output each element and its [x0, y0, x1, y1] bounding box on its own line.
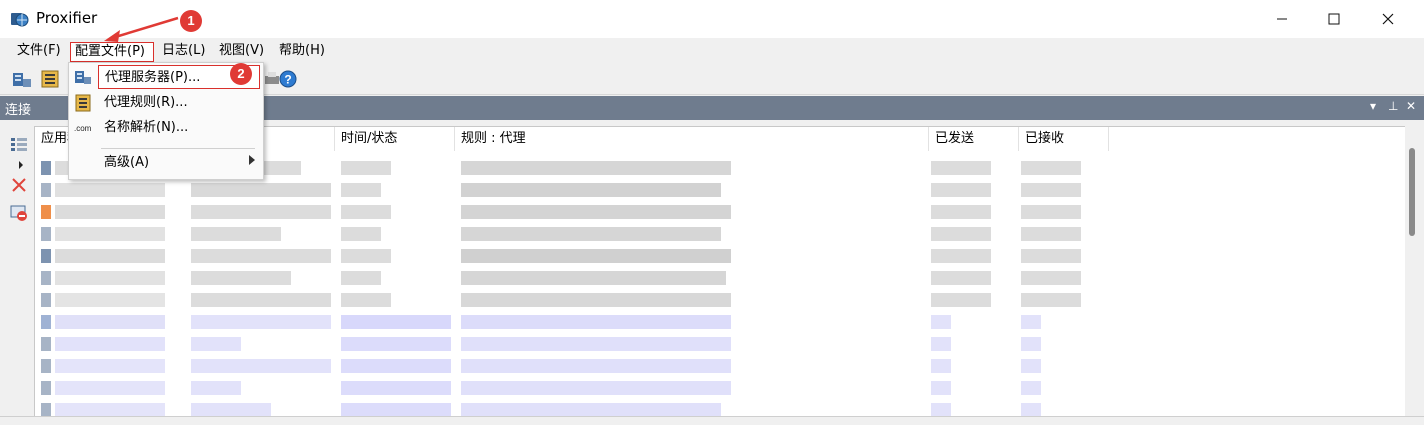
proxy-servers-icon[interactable] — [12, 69, 32, 89]
table-row[interactable] — [35, 289, 1405, 311]
panel-side-toolbar — [0, 120, 34, 420]
col-header-received[interactable]: 已接收 — [1019, 127, 1109, 151]
proxy-rules-icon — [75, 94, 91, 112]
maximize-button[interactable] — [1308, 0, 1360, 38]
proxifier-globe-icon — [11, 13, 29, 27]
window-title: Proxifier — [36, 9, 98, 27]
close-connection-icon[interactable] — [10, 176, 28, 194]
col-header-rule-proxy[interactable]: 规则 : 代理 — [455, 127, 929, 151]
help-icon[interactable]: ? — [278, 69, 298, 89]
panel-title: 连接 — [5, 103, 32, 118]
scrollbar-thumb[interactable] — [1409, 148, 1415, 236]
menu-file[interactable]: 文件(F) — [13, 42, 65, 62]
col-header-sent[interactable]: 已发送 — [929, 127, 1019, 151]
svg-text:.com: .com — [74, 124, 92, 133]
minimize-button[interactable] — [1256, 0, 1308, 38]
panel-dropdown-icon[interactable]: ▾ — [1370, 99, 1376, 113]
annotation-badge-2: 2 — [230, 63, 252, 85]
menu-bar: 文件(F) 配置文件(P) 日志(L) 视图(V) 帮助(H) — [0, 38, 1424, 64]
vertical-scrollbar[interactable] — [1405, 126, 1421, 416]
proxy-rules-icon[interactable] — [40, 69, 60, 89]
menu-separator — [101, 148, 255, 149]
col-header-time-status[interactable]: 时间/状态 — [335, 127, 455, 151]
list-view-icon[interactable] — [10, 136, 28, 154]
table-row[interactable] — [35, 311, 1405, 333]
table-row[interactable] — [35, 267, 1405, 289]
annotation-badge-1: 1 — [180, 10, 202, 32]
proxy-servers-icon — [75, 71, 91, 84]
close-icon — [1382, 13, 1394, 25]
table-row[interactable] — [35, 355, 1405, 377]
menu-item-proxy-rules[interactable]: 代理规则(R)... — [98, 91, 260, 115]
close-button[interactable] — [1362, 0, 1414, 38]
menu-help[interactable]: 帮助(H) — [275, 42, 329, 62]
table-row[interactable] — [35, 179, 1405, 201]
panel-pin-icon[interactable]: ⊥ — [1388, 99, 1398, 113]
table-row[interactable] — [35, 223, 1405, 245]
title-bar: Proxifier — [0, 0, 1424, 38]
svg-text:?: ? — [284, 73, 291, 87]
table-row[interactable] — [35, 377, 1405, 399]
stop-icon[interactable] — [10, 204, 28, 222]
panel-close-icon[interactable]: ✕ — [1406, 99, 1416, 113]
table-row[interactable] — [35, 245, 1405, 267]
submenu-arrow-icon — [249, 155, 255, 165]
table-row[interactable] — [35, 333, 1405, 355]
expand-arrow-icon[interactable] — [16, 156, 26, 174]
menu-item-name-resolution[interactable]: 名称解析(N)... — [98, 116, 260, 140]
menu-item-advanced[interactable]: 高级(A) — [98, 151, 260, 175]
menu-view[interactable]: 视图(V) — [215, 42, 268, 62]
annotation-arrow — [104, 16, 179, 42]
minimize-icon — [1277, 18, 1287, 20]
maximize-icon — [1328, 13, 1340, 25]
table-row[interactable] — [35, 201, 1405, 223]
dns-com-icon: .com — [74, 124, 92, 133]
